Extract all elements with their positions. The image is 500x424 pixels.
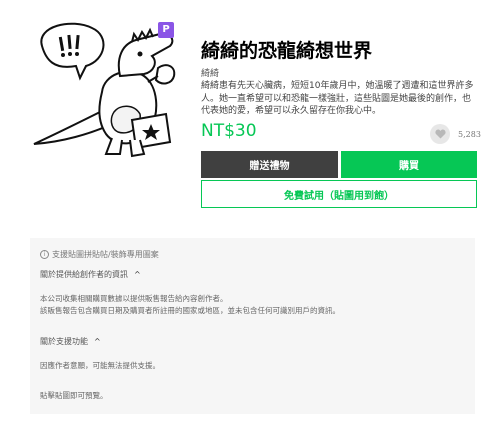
author-link[interactable]: 綺綺 <box>201 66 219 79</box>
sticker-title: 綺綺的恐龍綺想世界 <box>201 40 373 62</box>
premium-badge: P <box>158 22 174 38</box>
send-gift-button[interactable]: 贈送禮物 <box>201 151 338 178</box>
compatibility-note-text: 支援貼圖拼貼帖/裝飾專用圖案 <box>52 250 159 259</box>
info-panel: i 支援貼圖拼貼帖/裝飾專用圖案 關於提供給創作者的資訊 ^ 本公司收集相關購買… <box>30 238 475 414</box>
free-trial-button[interactable]: 免費試用（貼圖用到飽） <box>201 180 477 208</box>
creator-info-title: 關於提供給創作者的資訊 <box>40 270 128 279</box>
preview-hint: 貼擊貼圖即可預覽。 <box>40 391 108 400</box>
price: NT$30 <box>201 121 257 141</box>
support-info-text: 因應作者意願，可能無法提供支援。 <box>40 361 160 370</box>
like-count: 5,283 <box>458 129 481 139</box>
creator-info-line: 本公司收集相關購買數據以提供販售報告給內容創作者。 <box>40 294 228 303</box>
info-icon: i <box>40 250 49 259</box>
compatibility-note: i 支援貼圖拼貼帖/裝飾專用圖案 <box>40 249 159 260</box>
chevron-up-icon: ^ <box>134 270 141 279</box>
support-info-title: 關於支援功能 <box>40 337 88 346</box>
creator-info-text: 本公司收集相關購買數據以提供販售報告給內容創作者。 該販售報告包含購買日期及購買… <box>40 293 470 317</box>
creator-info-toggle[interactable]: 關於提供給創作者的資訊 ^ <box>40 269 141 280</box>
support-info-toggle[interactable]: 關於支援功能 ^ <box>40 336 101 347</box>
sticker-description: 綺綺患有先天心臟病，短短10年歲月中，她溫暖了週遭和這世界許多人。她一直希望可以… <box>201 81 474 116</box>
like-button[interactable]: 5,283 <box>430 124 481 144</box>
buy-button[interactable]: 購買 <box>341 151 477 178</box>
heart-icon[interactable] <box>430 124 450 144</box>
sticker-preview-image[interactable] <box>20 16 186 166</box>
creator-info-line: 該販售報告包含購買日期及購買者所註冊的國家或地區，並未包含任何可識別用戶的資訊。 <box>40 306 340 315</box>
chevron-up-icon: ^ <box>94 337 101 346</box>
